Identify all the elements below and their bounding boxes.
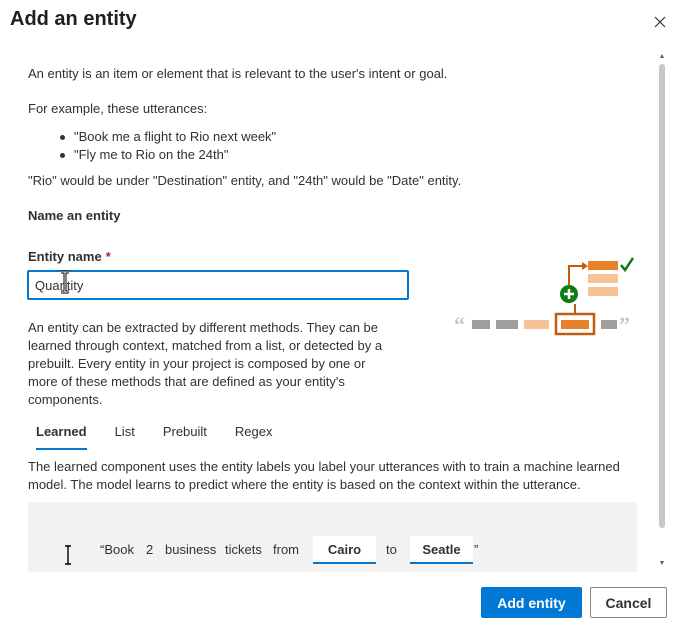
example-word: 2: [146, 542, 154, 557]
example-word: “Book: [100, 542, 134, 557]
example-word: ”: [474, 542, 479, 557]
close-button[interactable]: [648, 10, 672, 34]
required-marker: *: [105, 249, 111, 264]
scroll-up-icon[interactable]: ▲: [658, 53, 666, 61]
entity-definition: An entity is an item or element that is …: [28, 66, 448, 81]
methods-description: An entity can be extracted by different …: [28, 320, 383, 407]
example-word: from: [273, 542, 299, 557]
tab-list[interactable]: List: [107, 424, 143, 450]
label-text: Entity name: [28, 249, 102, 264]
entity-illustration-icon: “ ”: [454, 257, 635, 337]
example-word: business: [165, 542, 217, 557]
component-tabs: Learned List Prebuilt Regex: [28, 424, 292, 450]
entity-name-input[interactable]: [27, 270, 409, 300]
example-list: "Book me a flight to Rio next week" "Fly…: [60, 128, 276, 164]
cancel-button[interactable]: Cancel: [590, 587, 667, 618]
list-item: "Fly me to Rio on the 24th": [60, 146, 276, 164]
dialog-body: An entity is an item or element that is …: [0, 52, 655, 572]
example-utterance: “Book 2 business tickets from Cairo to S…: [28, 502, 637, 572]
example-lead: For example, these utterances:: [28, 101, 208, 116]
entity-label-chip: Seatle: [410, 536, 473, 564]
example-word: to: [386, 542, 397, 557]
entity-name-label: Entity name *: [28, 249, 111, 264]
scroll-down-icon[interactable]: ▼: [658, 560, 666, 568]
tab-learned[interactable]: Learned: [28, 424, 95, 450]
list-item: "Book me a flight to Rio next week": [60, 128, 276, 146]
close-icon: [654, 16, 666, 28]
example-explanation: "Rio" would be under "Destination" entit…: [28, 173, 462, 188]
learned-description: The learned component uses the entity la…: [28, 459, 620, 492]
svg-text:“: “: [454, 312, 465, 337]
entity-label-chip: Cairo: [313, 536, 376, 564]
dialog-title: Add an entity: [10, 8, 137, 30]
section-title: Name an entity: [28, 208, 121, 223]
scrollbar-thumb[interactable]: [659, 64, 665, 528]
ibeam-cursor-icon: [65, 545, 71, 565]
tab-regex[interactable]: Regex: [227, 424, 281, 450]
add-entity-button[interactable]: Add entity: [481, 587, 582, 618]
text-cursor-icon: [61, 270, 69, 294]
example-word: tickets: [225, 542, 262, 557]
tab-prebuilt[interactable]: Prebuilt: [155, 424, 215, 450]
svg-text:”: ”: [619, 312, 630, 337]
scrollbar[interactable]: ▲ ▼: [656, 52, 668, 572]
